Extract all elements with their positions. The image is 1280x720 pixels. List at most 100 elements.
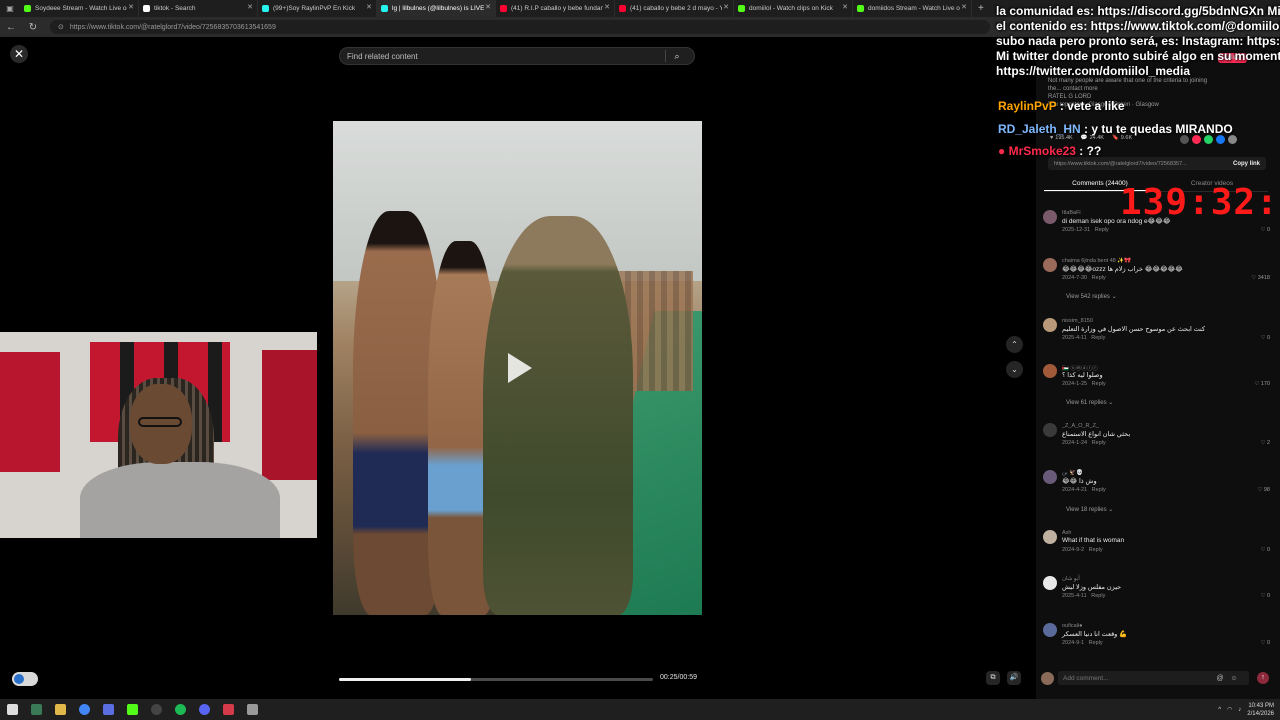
comment-like[interactable]: ♡ 0 [1260, 227, 1270, 233]
comment-like[interactable]: ♡ 0 [1260, 547, 1270, 553]
discord-icon[interactable] [192, 699, 216, 720]
comment-username[interactable]: _Z_A_O_R_Z_ [1062, 423, 1099, 429]
chevron-up-icon[interactable]: ^ [1218, 707, 1221, 713]
reply-button[interactable]: Reply [1092, 275, 1106, 281]
volume-icon[interactable]: 🔊 [1007, 671, 1021, 685]
embed-icon[interactable] [1180, 135, 1189, 144]
close-tab-icon[interactable]: ✕ [485, 3, 491, 11]
windows-start-icon[interactable] [0, 699, 24, 720]
tab-3[interactable]: (99+)Soy RaylinPvP En Kick ✕ [258, 0, 377, 17]
search-input[interactable] [340, 51, 665, 61]
file-explorer-icon[interactable] [48, 699, 72, 720]
autoscroll-toggle[interactable] [12, 672, 38, 686]
reload-icon[interactable]: ↻ [22, 22, 44, 33]
previous-video-icon[interactable]: ⌃ [1006, 336, 1023, 353]
avatar[interactable] [1043, 470, 1057, 484]
whatsapp-icon[interactable] [1204, 135, 1213, 144]
close-tab-icon[interactable]: ✕ [247, 3, 253, 11]
settings-icon[interactable] [240, 699, 264, 720]
terminal-icon[interactable] [24, 699, 48, 720]
play-icon[interactable] [508, 353, 532, 383]
tab-4[interactable]: lg | lilbulnes (@lilbulnes) is LIVE ✕ [377, 0, 496, 17]
reply-button[interactable]: Reply [1089, 640, 1103, 646]
comment-like[interactable]: ♡ 2 [1260, 440, 1270, 446]
repost-icon[interactable] [1192, 135, 1201, 144]
avatar[interactable] [1043, 530, 1057, 544]
reply-button[interactable]: Reply [1092, 487, 1106, 493]
comment-username[interactable]: بن 🦅💀 [1062, 470, 1083, 476]
reply-button[interactable]: Reply [1091, 335, 1105, 341]
avatar[interactable] [1043, 258, 1057, 272]
comment-username[interactable]: Ash [1062, 530, 1071, 536]
tab-8[interactable]: domiidos Stream - Watch Live on ✕ [853, 0, 972, 17]
avatar[interactable] [1043, 364, 1057, 378]
obs-icon[interactable] [144, 699, 168, 720]
comment-like[interactable]: ♡ 0 [1260, 335, 1270, 341]
view-replies-button[interactable]: View 18 replies ⌄ [1066, 506, 1113, 513]
mention-icon[interactable]: @ [1213, 675, 1227, 682]
close-tab-icon[interactable]: ✕ [723, 3, 729, 11]
comment-username[interactable]: أبو شان [1062, 576, 1080, 582]
speaker-icon[interactable]: ♪ [1238, 707, 1241, 713]
picture-in-picture-icon[interactable]: ⧉ [986, 671, 1000, 685]
close-tab-icon[interactable]: ✕ [128, 3, 134, 11]
avatar[interactable] [1043, 318, 1057, 332]
comment-meta: 2024-9-1 Reply [1062, 640, 1103, 646]
avatar[interactable] [1043, 210, 1057, 224]
avatar[interactable] [1043, 423, 1057, 437]
comment-like[interactable]: ♡ 170 [1254, 381, 1270, 387]
avatar[interactable] [1043, 576, 1057, 590]
add-comment-box: @ ☺ [1058, 671, 1249, 685]
next-video-icon[interactable]: ⌄ [1006, 361, 1023, 378]
facebook-icon[interactable] [1216, 135, 1225, 144]
comment-username[interactable]: ouficali● [1062, 623, 1082, 629]
reply-button[interactable]: Reply [1095, 227, 1109, 233]
avatar[interactable] [1043, 623, 1057, 637]
comment-username[interactable]: chaima 6jinda bent 48 ✨🎀 [1062, 258, 1131, 264]
reply-button[interactable]: Reply [1089, 547, 1103, 553]
app-red-icon[interactable] [216, 699, 240, 720]
reply-button[interactable]: Reply [1092, 440, 1106, 446]
tab-1[interactable]: Soydeee Stream - Watch Live on ✕ [20, 0, 139, 17]
comment-username[interactable]: nissim_8150 [1062, 318, 1093, 324]
close-tab-icon[interactable]: ✕ [961, 3, 967, 11]
clock[interactable]: 10:43 PM 2/14/2026 [1247, 702, 1274, 718]
search-icon[interactable]: ⌕ [666, 51, 688, 62]
comment-text: 😂😂 وش ذا [1062, 478, 1097, 485]
window-menu-icon[interactable]: ▣ [0, 0, 20, 17]
copy-link-button[interactable]: Copy link [1233, 161, 1260, 167]
reply-button[interactable]: Reply [1092, 381, 1106, 387]
kick-app-icon[interactable] [120, 699, 144, 720]
comment-like[interactable]: ♡ 0 [1260, 640, 1270, 646]
emoji-icon[interactable]: ☺ [1227, 675, 1241, 682]
wifi-icon[interactable]: ◠ [1227, 706, 1232, 713]
tab-2[interactable]: tiktok - Search ✕ [139, 0, 258, 17]
spotify-icon[interactable] [168, 699, 192, 720]
app-icon[interactable] [96, 699, 120, 720]
video-player[interactable] [333, 121, 702, 615]
view-replies-button[interactable]: View 61 replies ⌄ [1066, 399, 1113, 406]
close-tab-icon[interactable]: ✕ [842, 3, 848, 11]
tab-7[interactable]: domiilol - Watch clips on Kick ✕ [734, 0, 853, 17]
url-field[interactable]: ⊙ https://www.tiktok.com/@ratelglord7/vi… [50, 20, 990, 34]
video-progress-bar[interactable] [339, 678, 653, 681]
send-icon[interactable]: ↑ [1257, 672, 1269, 684]
tab-6[interactable]: (41) caballo y bebe 2 d mayo - Yo ✕ [615, 0, 734, 17]
comment-like[interactable]: ♡ 3418 [1251, 275, 1270, 281]
reply-button[interactable]: Reply [1091, 593, 1105, 599]
tab-5[interactable]: (41) R.I.P caballo y bebe fundand ✕ [496, 0, 615, 17]
comment-like[interactable]: ♡ 0 [1260, 593, 1270, 599]
comment-input[interactable] [1058, 674, 1213, 682]
view-replies-button[interactable]: View 542 replies ⌄ [1066, 293, 1117, 300]
comment-like[interactable]: ♡ 98 [1257, 487, 1270, 493]
new-tab-icon[interactable]: + [972, 3, 984, 14]
comment-username[interactable]: ItlaBaFi [1062, 210, 1081, 216]
share-arrow-icon[interactable] [1228, 135, 1237, 144]
back-icon[interactable]: ← [0, 22, 22, 33]
chrome-icon[interactable] [72, 699, 96, 720]
webcam-glasses [138, 417, 182, 427]
close-tab-icon[interactable]: ✕ [366, 3, 372, 11]
close-tab-icon[interactable]: ✕ [604, 3, 610, 11]
site-info-icon[interactable]: ⊙ [58, 23, 64, 31]
close-icon[interactable]: ✕ [10, 45, 28, 63]
